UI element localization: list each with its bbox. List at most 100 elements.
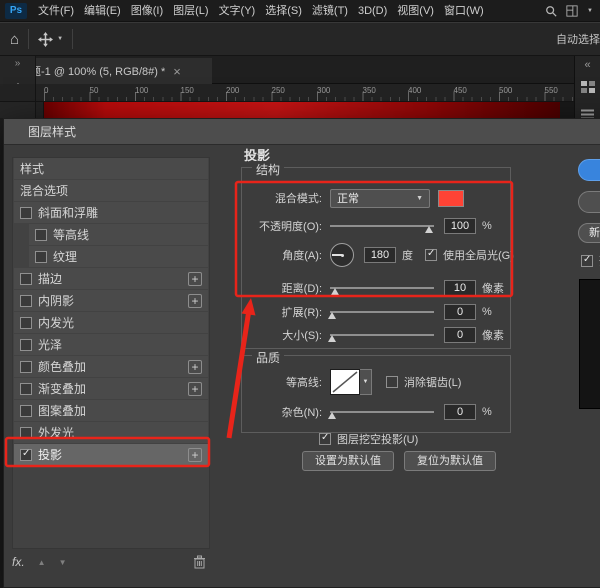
distance-slider[interactable]: [330, 281, 434, 295]
effect-checkbox-color-overlay[interactable]: [20, 361, 32, 373]
knockout-checkbox[interactable]: [319, 433, 331, 445]
dialog-title[interactable]: 图层样式: [4, 119, 600, 145]
close-tab-icon[interactable]: ×: [173, 65, 181, 78]
photoshop-window: Ps 文件(F)编辑(E)图像(I)图层(L)文字(Y)选择(S)滤镜(T)3D…: [0, 0, 600, 588]
menu-item-6[interactable]: 滤镜(T): [307, 0, 353, 22]
effect-item-stroke[interactable]: 描边+: [14, 268, 208, 289]
set-default-button[interactable]: 设置为默认值: [302, 451, 394, 471]
effect-item-contour[interactable]: 等高线: [29, 224, 208, 245]
add-effect-instance-icon[interactable]: +: [188, 272, 202, 286]
effect-item-pattern-overlay[interactable]: 图案叠加: [14, 400, 208, 421]
menu-item-4[interactable]: 文字(Y): [214, 0, 261, 22]
effect-item-inner-shadow[interactable]: 内阴影+: [14, 290, 208, 311]
spread-input[interactable]: 0: [444, 304, 476, 320]
effect-item-gradient-overlay[interactable]: 渐变叠加+: [14, 378, 208, 399]
shadow-color-swatch[interactable]: [438, 190, 464, 207]
menu-item-3[interactable]: 图层(L): [168, 0, 213, 22]
opacity-input[interactable]: 100: [444, 218, 476, 234]
home-icon[interactable]: ⌂: [10, 31, 19, 48]
noise-input[interactable]: 0: [444, 404, 476, 420]
add-effect-instance-icon[interactable]: +: [188, 382, 202, 396]
distance-input[interactable]: 10: [444, 280, 476, 296]
reset-default-button[interactable]: 复位为默认值: [404, 451, 496, 471]
effect-item-drop-shadow[interactable]: 投影+: [14, 444, 208, 465]
effect-item-styles[interactable]: 样式: [14, 158, 208, 179]
contour-picker-chevron-icon[interactable]: ▼: [360, 369, 372, 395]
menu-item-8[interactable]: 视图(V): [392, 0, 439, 22]
opacity-slider[interactable]: [330, 219, 434, 233]
effect-checkbox-satin[interactable]: [20, 339, 32, 351]
size-input[interactable]: 0: [444, 327, 476, 343]
effect-label: 图案叠加: [38, 402, 86, 419]
options-bar: ⌂ ▼ 自动选择:: [0, 22, 600, 56]
effect-checkbox-pattern-overlay[interactable]: [20, 405, 32, 417]
expand-panels-icon[interactable]: «: [584, 59, 590, 71]
delete-effect-icon[interactable]: [193, 555, 206, 569]
effect-item-inner-glow[interactable]: 内发光: [14, 312, 208, 333]
chevron-down-icon[interactable]: ▼: [587, 8, 593, 14]
effect-checkbox-stroke[interactable]: [20, 273, 32, 285]
menu-item-7[interactable]: 3D(D): [353, 0, 392, 22]
opacity-slider-handle[interactable]: [425, 226, 433, 233]
distance-label: 距离(D):: [246, 280, 322, 296]
panel-dock: «: [574, 56, 600, 118]
add-effect-instance-icon[interactable]: +: [188, 448, 202, 462]
move-tool-preset[interactable]: ▼: [38, 32, 63, 47]
size-row: 大小(S): 0 像素: [246, 325, 508, 345]
contour-thumbnail[interactable]: [330, 369, 360, 395]
add-effect-instance-icon[interactable]: +: [188, 360, 202, 374]
size-slider-handle[interactable]: [328, 335, 336, 342]
effect-checkbox-texture[interactable]: [35, 251, 47, 263]
effect-item-blending-options[interactable]: 混合选项: [14, 180, 208, 201]
new-style-button[interactable]: 新建样式(W)...: [578, 223, 600, 243]
angle-dial[interactable]: [330, 243, 354, 267]
global-light-checkbox[interactable]: [425, 249, 437, 261]
menu-item-0[interactable]: 文件(F): [33, 0, 79, 22]
workspace-icon[interactable]: [566, 5, 578, 17]
menu-item-5[interactable]: 选择(S): [260, 0, 307, 22]
effect-item-satin[interactable]: 光泽: [14, 334, 208, 355]
effect-item-outer-glow[interactable]: 外发光: [14, 422, 208, 443]
size-slider[interactable]: [330, 328, 434, 342]
effect-label: 斜面和浮雕: [38, 204, 98, 221]
angle-input[interactable]: 180: [364, 247, 396, 263]
toolbar-collapse-icon[interactable]: »: [0, 58, 35, 69]
photoshop-logo: Ps: [5, 3, 27, 19]
move-effect-up-icon[interactable]: ▲: [38, 558, 46, 567]
spread-slider-handle[interactable]: [328, 312, 336, 319]
antialias-checkbox[interactable]: [386, 376, 398, 388]
effect-checkbox-contour[interactable]: [35, 229, 47, 241]
noise-slider[interactable]: [330, 405, 434, 419]
ruler-number: 500: [499, 86, 512, 95]
menu-items: 文件(F)编辑(E)图像(I)图层(L)文字(Y)选择(S)滤镜(T)3D(D)…: [33, 0, 489, 22]
blend-mode-select[interactable]: 正常 ▼: [330, 189, 430, 208]
effect-checkbox-drop-shadow[interactable]: [20, 449, 32, 461]
effect-checkbox-inner-shadow[interactable]: [20, 295, 32, 307]
search-icon[interactable]: [545, 5, 557, 17]
spread-slider[interactable]: [330, 305, 434, 319]
effect-label: 光泽: [38, 336, 62, 353]
effect-checkbox-outer-glow[interactable]: [20, 427, 32, 439]
menubar-right-icons: ▼: [545, 5, 600, 17]
menu-item-9[interactable]: 窗口(W): [439, 0, 489, 22]
distance-slider-handle[interactable]: [331, 288, 339, 295]
effect-label: 纹理: [53, 248, 77, 265]
ruler-number: 300: [317, 86, 330, 95]
menu-item-2[interactable]: 图像(I): [126, 0, 168, 22]
effect-item-texture[interactable]: 纹理: [29, 246, 208, 267]
effect-checkbox-gradient-overlay[interactable]: [20, 383, 32, 395]
cancel-button[interactable]: 取消: [578, 191, 600, 213]
auto-select-label[interactable]: 自动选择:: [556, 31, 600, 47]
ok-button[interactable]: 确定: [578, 159, 600, 181]
effect-checkbox-inner-glow[interactable]: [20, 317, 32, 329]
effect-item-color-overlay[interactable]: 颜色叠加+: [14, 356, 208, 377]
menu-item-1[interactable]: 编辑(E): [79, 0, 126, 22]
effect-item-bevel-emboss[interactable]: 斜面和浮雕: [14, 202, 208, 223]
noise-slider-handle[interactable]: [328, 412, 336, 419]
angle-row: 角度(A): 180 度 使用全局光(G): [246, 242, 508, 268]
effect-checkbox-bevel-emboss[interactable]: [20, 207, 32, 219]
add-effect-instance-icon[interactable]: +: [188, 294, 202, 308]
move-effect-down-icon[interactable]: ▼: [59, 558, 67, 567]
swatches-panel-icon[interactable]: [581, 80, 595, 98]
preview-checkbox[interactable]: [581, 255, 593, 267]
